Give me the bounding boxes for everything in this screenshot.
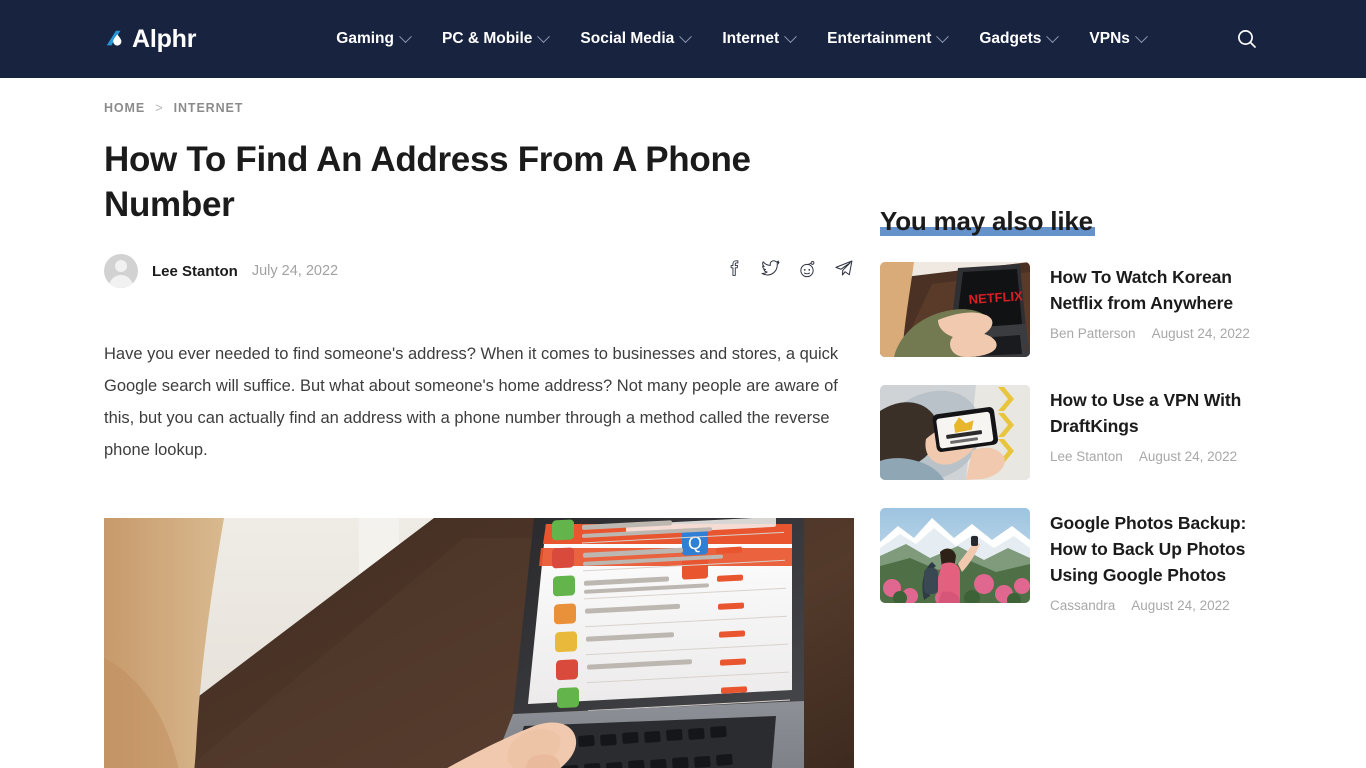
chevron-down-icon — [1046, 29, 1060, 43]
nav-item-vpns[interactable]: VPNs — [1089, 29, 1148, 48]
list-item-title[interactable]: How To Watch Korean Netflix from Anywher… — [1050, 264, 1256, 316]
sidebar: You may also like NETFLIX How To Watch K… — [880, 78, 1256, 768]
hero-image: Q — [104, 518, 854, 768]
page-title: How To Find An Address From A Phone Numb… — [104, 140, 751, 224]
author-name[interactable]: Lee Stanton — [152, 263, 238, 280]
byline: Lee Stanton July 24, 2022 — [104, 251, 854, 291]
list-item-meta: Ben Patterson August 24, 2022 — [1050, 326, 1256, 341]
phone-draftkings-thumbnail — [880, 385, 1030, 480]
list-item-text: Google Photos Backup: How to Back Up Pho… — [1050, 508, 1256, 613]
list-item-text: How To Watch Korean Netflix from Anywher… — [1050, 262, 1256, 341]
list-item-title[interactable]: How to Use a VPN With DraftKings — [1050, 387, 1256, 439]
list-item-author: Cassandra — [1050, 598, 1116, 613]
sidebar-heading-wrap: You may also like — [880, 206, 1095, 237]
laptop-netflix-thumbnail: NETFLIX — [880, 262, 1030, 357]
telegram-share-icon[interactable] — [834, 259, 854, 283]
related-articles-list: NETFLIX How To Watch Korean Netflix from… — [880, 262, 1256, 613]
search-icon[interactable] — [1232, 24, 1262, 54]
list-item-date: August 24, 2022 — [1138, 449, 1238, 464]
sidebar-heading: You may also like — [880, 206, 1093, 236]
list-item-title[interactable]: Google Photos Backup: How to Back Up Pho… — [1050, 510, 1256, 588]
twitter-share-icon[interactable] — [761, 260, 780, 282]
site-logo[interactable]: Alphr — [104, 24, 197, 53]
publish-date: July 24, 2022 — [251, 263, 339, 279]
breadcrumb-separator: > — [155, 100, 164, 115]
breadcrumb-home[interactable]: HOME — [104, 101, 145, 115]
svg-text:Q: Q — [688, 533, 702, 554]
nav-label: Gadgets — [979, 30, 1042, 47]
alphr-droplet-logo-icon — [104, 28, 126, 50]
nav-label: Social Media — [580, 30, 675, 47]
list-item-date: August 24, 2022 — [1131, 598, 1230, 613]
nav-item-social-media[interactable]: Social Media — [580, 29, 693, 48]
nav-item-internet[interactable]: Internet — [722, 29, 798, 48]
chevron-down-icon — [784, 29, 798, 43]
share-buttons — [726, 259, 854, 283]
list-item-author: Lee Stanton — [1050, 449, 1123, 464]
list-item-author: Ben Patterson — [1050, 326, 1136, 341]
list-item-meta: Cassandra August 24, 2022 — [1050, 598, 1256, 613]
main-content: HOME > INTERNET How To Find An Address F… — [104, 78, 854, 768]
nav-label: PC & Mobile — [441, 30, 533, 47]
list-item[interactable]: How to Use a VPN With DraftKings Lee Sta… — [880, 385, 1256, 480]
list-item-text: How to Use a VPN With DraftKings Lee Sta… — [1050, 385, 1256, 464]
nav-label: Internet — [722, 30, 780, 47]
page-layout: HOME > INTERNET How To Find An Address F… — [0, 78, 1366, 768]
chevron-down-icon — [537, 29, 551, 43]
list-item[interactable]: Google Photos Backup: How to Back Up Pho… — [880, 508, 1256, 613]
article-paragraph: Have you ever needed to find someone's a… — [104, 345, 839, 459]
nav-label: Gaming — [336, 30, 394, 47]
list-item-date: August 24, 2022 — [1151, 326, 1250, 341]
nav-item-gadgets[interactable]: Gadgets — [979, 29, 1060, 48]
avatar — [104, 254, 138, 288]
nav-label: VPNs — [1089, 30, 1130, 47]
chevron-down-icon — [936, 29, 950, 43]
mountain-selfie-thumbnail — [880, 508, 1030, 603]
facebook-share-icon[interactable] — [726, 260, 743, 282]
site-logo-text: Alphr — [132, 24, 197, 53]
chevron-down-icon — [679, 29, 693, 43]
nav-label: Entertainment — [827, 30, 932, 47]
nav-item-pc-mobile[interactable]: PC & Mobile — [441, 29, 551, 48]
list-item-meta: Lee Stanton August 24, 2022 — [1050, 449, 1256, 464]
nav-item-gaming[interactable]: Gaming — [336, 29, 412, 48]
main-navigation: Gaming PC & Mobile Social Media Internet… — [336, 29, 1148, 48]
nav-item-entertainment[interactable]: Entertainment — [827, 29, 950, 48]
reddit-share-icon[interactable] — [798, 260, 816, 283]
list-item[interactable]: NETFLIX How To Watch Korean Netflix from… — [880, 262, 1256, 357]
site-header: Alphr Gaming PC & Mobile Social Media In… — [0, 0, 1366, 78]
chevron-down-icon — [399, 29, 412, 43]
breadcrumb: HOME > INTERNET — [104, 100, 854, 115]
breadcrumb-internet[interactable]: INTERNET — [174, 101, 244, 115]
chevron-down-icon — [1135, 29, 1148, 43]
